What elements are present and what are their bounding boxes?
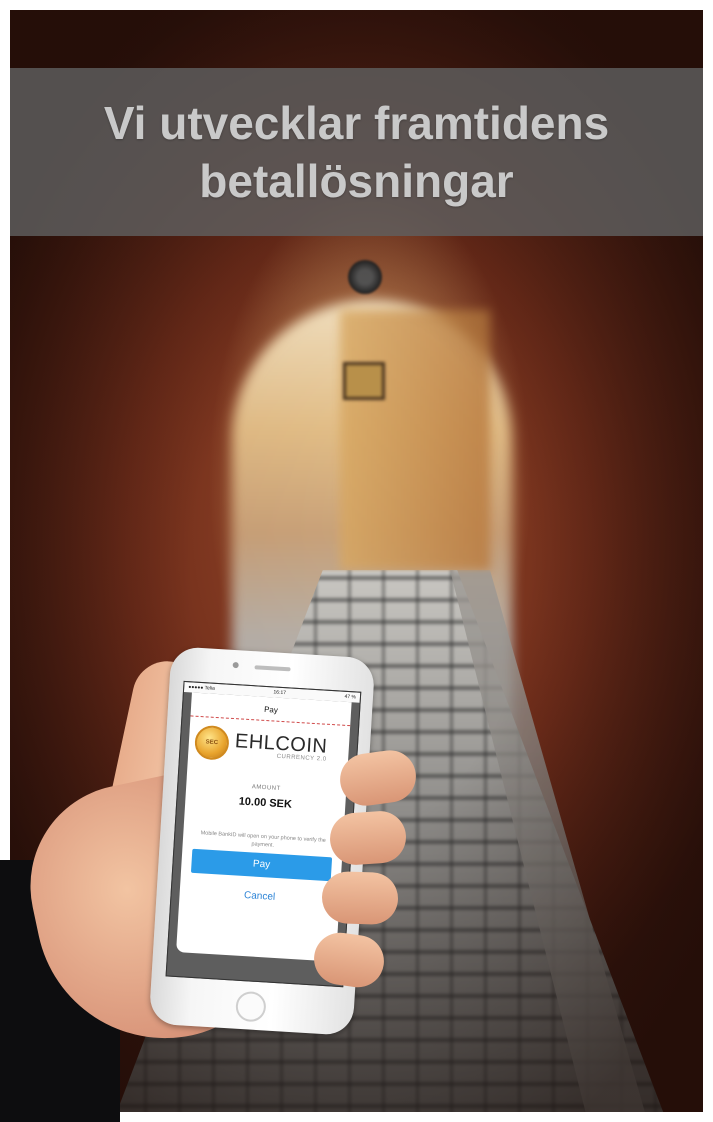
coin-icon: SEC <box>193 724 230 761</box>
brand-logo: SEC EHLCOIN CURRENCY 2.0 <box>188 716 350 768</box>
headline-banner: Vi utvecklar framtidens betallösningar <box>10 68 703 236</box>
amount-value: 10.00 SEK <box>238 795 293 811</box>
payment-sheet: Pay SEC EHLCOIN CURRENCY 2.0 AMOUNT 10.0… <box>176 692 352 962</box>
brand-name: EHLCOIN <box>234 730 328 758</box>
carrier-signal: ●●●●● Telia <box>188 684 216 692</box>
coin-label: SEC <box>205 739 219 747</box>
cancel-button[interactable]: Cancel <box>179 886 339 907</box>
front-camera-icon <box>232 661 239 669</box>
home-button[interactable] <box>234 990 267 1023</box>
status-time: 16:17 <box>273 689 287 697</box>
finger-3 <box>321 870 399 926</box>
earpiece-speaker <box>254 665 291 672</box>
brand-text: EHLCOIN CURRENCY 2.0 <box>234 730 328 763</box>
pay-button[interactable]: Pay <box>190 848 333 882</box>
headline-line-2: betallösningar <box>199 155 514 207</box>
battery-level: 47 % <box>344 693 357 701</box>
headline-line-1: Vi utvecklar framtidens <box>103 97 610 149</box>
